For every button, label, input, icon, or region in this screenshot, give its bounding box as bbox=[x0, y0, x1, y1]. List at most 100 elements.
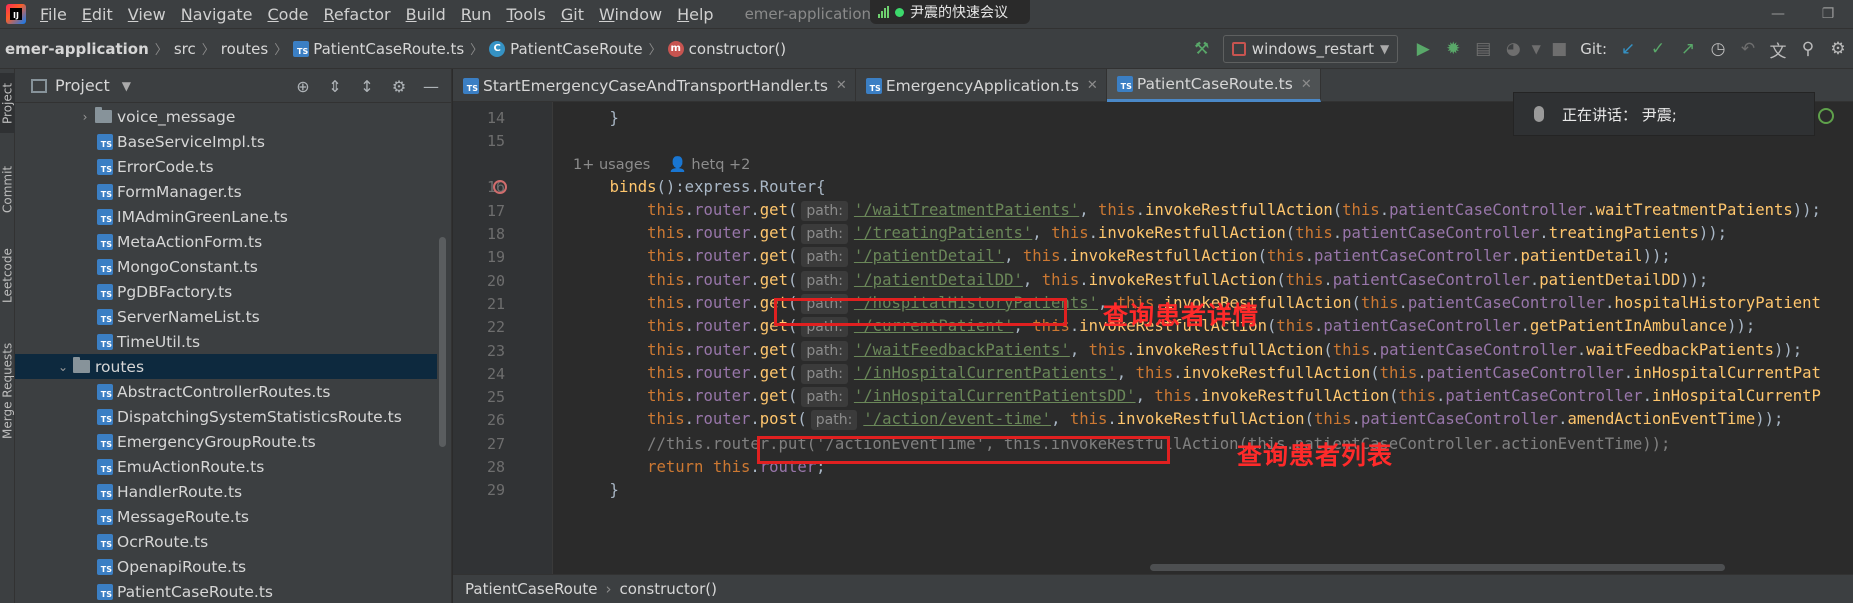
menu-git[interactable]: Git bbox=[561, 5, 584, 24]
locate-file-icon[interactable]: ⊕ bbox=[289, 77, 317, 96]
translate-icon[interactable]: 文 bbox=[1763, 34, 1793, 64]
bottom-breadcrumb-method[interactable]: constructor() bbox=[619, 580, 716, 598]
tab-label: EmergencyApplication.ts bbox=[885, 76, 1079, 95]
tool-tab-leetcode[interactable]: Leetcode bbox=[0, 241, 15, 311]
menu-refactor[interactable]: Refactor bbox=[323, 5, 390, 24]
tool-tab-merge-requests[interactable]: Merge Requests bbox=[0, 331, 15, 451]
breadcrumb-method[interactable]: constructor() bbox=[689, 40, 786, 58]
collapse-all-icon[interactable]: ↕ bbox=[353, 77, 381, 96]
tree-file[interactable]: TS IMAdminGreenLane.ts bbox=[15, 204, 437, 229]
coverage-icon[interactable]: ▤ bbox=[1468, 34, 1498, 64]
typescript-file-icon: TS bbox=[97, 533, 113, 550]
editor-tab[interactable]: TS PatientCaseRoute.ts ✕ bbox=[1106, 69, 1321, 102]
tree-file[interactable]: TS OcrRoute.ts bbox=[15, 529, 437, 554]
tree-file[interactable]: TS ServerNameList.ts bbox=[15, 304, 437, 329]
usages-hint[interactable]: 1+ usages 👤 hetq +2 bbox=[573, 157, 750, 173]
expand-all-icon[interactable]: ⇕ bbox=[321, 77, 349, 96]
chevron-right-icon: 〉 bbox=[154, 43, 168, 58]
menu-navigate[interactable]: Navigate bbox=[181, 5, 253, 24]
navigation-bar: emer-application 〉 src 〉 routes 〉 TS Pat… bbox=[0, 28, 1853, 69]
breadcrumb-src[interactable]: src bbox=[174, 40, 196, 58]
menu-help[interactable]: Help bbox=[677, 5, 713, 24]
tool-tab-commit[interactable]: Commit bbox=[0, 159, 15, 219]
tree-file[interactable]: TS PatientCaseRoute.ts bbox=[15, 579, 437, 603]
menu-build[interactable]: Build bbox=[406, 5, 446, 24]
tree-file[interactable]: TS OpenapiRoute.ts bbox=[15, 554, 437, 579]
tree-item-label: PatientCaseRoute.ts bbox=[117, 582, 273, 601]
tree-file[interactable]: TS EmuActionRoute.ts bbox=[15, 454, 437, 479]
editor-tab[interactable]: TS EmergencyApplication.ts ✕ bbox=[856, 69, 1107, 102]
hide-panel-icon[interactable]: — bbox=[417, 77, 445, 96]
tree-item-label: routes bbox=[95, 357, 145, 376]
tree-file[interactable]: TS MessageRoute.ts bbox=[15, 504, 437, 529]
tree-file[interactable]: TS ErrorCode.ts bbox=[15, 154, 437, 179]
project-tree-scrollbar[interactable] bbox=[439, 237, 446, 447]
tree-file[interactable]: TS PgDBFactory.ts bbox=[15, 279, 437, 304]
chevron-right-icon[interactable]: › bbox=[77, 110, 93, 124]
run-configuration-select[interactable]: windows_restart ▼ bbox=[1222, 35, 1399, 63]
code-editor[interactable]: 14 } 15 1+ usages 👤 hetq +2 16 binds():expr… bbox=[453, 102, 1853, 574]
tree-file[interactable]: TS EmergencyGroupRoute.ts bbox=[15, 429, 437, 454]
git-commit-icon[interactable]: ✓ bbox=[1643, 34, 1673, 64]
tree-folder[interactable]: › voice_message bbox=[15, 104, 437, 129]
tree-folder[interactable]: ⌄ routes bbox=[15, 354, 437, 379]
build-hammer-icon[interactable]: ⚒ bbox=[1187, 34, 1217, 64]
menu-view[interactable]: View bbox=[128, 5, 166, 24]
tree-file[interactable]: TS DispatchingSystemStatisticsRoute.ts bbox=[15, 404, 437, 429]
tree-file[interactable]: TS BaseServiceImpl.ts bbox=[15, 129, 437, 154]
typescript-file-icon: TS bbox=[293, 40, 310, 57]
rollback-icon[interactable]: ↶ bbox=[1733, 34, 1763, 64]
stop-icon[interactable]: ■ bbox=[1544, 34, 1574, 64]
editor-horizontal-scrollbar[interactable] bbox=[1150, 564, 1725, 571]
meeting-indicator[interactable]: 尹震的快速会议 bbox=[870, 0, 1030, 24]
git-push-icon[interactable]: ↗ bbox=[1673, 34, 1703, 64]
breadcrumb-project[interactable]: emer-application bbox=[5, 40, 149, 58]
speaking-popup: 正在讲话： 尹震; bbox=[1513, 92, 1815, 136]
typescript-file-icon: TS bbox=[97, 408, 113, 425]
menu-run[interactable]: Run bbox=[461, 5, 492, 24]
menu-file[interactable]: File bbox=[40, 5, 67, 24]
debug-icon[interactable]: ✹ bbox=[1438, 34, 1468, 64]
more-run-dropdown-icon[interactable]: ▼ bbox=[1528, 34, 1544, 64]
search-icon[interactable]: ⚲ bbox=[1793, 34, 1823, 64]
tree-item-label: PgDBFactory.ts bbox=[117, 282, 233, 301]
close-icon[interactable]: ✕ bbox=[836, 78, 847, 93]
profile-icon[interactable]: ◕ bbox=[1498, 34, 1528, 64]
tree-item-label: FormManager.ts bbox=[117, 182, 242, 201]
intellij-logo-icon[interactable]: IJ bbox=[6, 4, 26, 24]
settings-gear-icon[interactable]: ⚙ bbox=[1823, 34, 1853, 64]
tree-file[interactable]: TS FormManager.ts bbox=[15, 179, 437, 204]
history-icon[interactable]: ◷ bbox=[1703, 34, 1733, 64]
restore-button[interactable]: ❐ bbox=[1803, 0, 1853, 28]
breadcrumb-routes[interactable]: routes bbox=[221, 40, 268, 58]
tree-file[interactable]: TS HandlerRoute.ts bbox=[15, 479, 437, 504]
code-line[interactable]: 29 } bbox=[453, 477, 1853, 504]
tree-file[interactable]: TS AbstractControllerRoutes.ts bbox=[15, 379, 437, 404]
breadcrumb-class[interactable]: PatientCaseRoute bbox=[510, 40, 642, 58]
minimize-button[interactable]: — bbox=[1753, 0, 1803, 28]
bottom-breadcrumb-class[interactable]: PatientCaseRoute bbox=[465, 580, 597, 598]
inspection-ok-icon[interactable] bbox=[1818, 108, 1834, 124]
menu-window[interactable]: Window bbox=[599, 5, 662, 24]
tree-file[interactable]: TS MetaActionForm.ts bbox=[15, 229, 437, 254]
gear-icon[interactable]: ⚙ bbox=[385, 77, 413, 96]
chevron-down-icon[interactable]: ▼ bbox=[122, 79, 131, 93]
git-update-icon[interactable]: ↙ bbox=[1613, 34, 1643, 64]
menu-tools[interactable]: Tools bbox=[506, 5, 545, 24]
run-icon[interactable]: ▶ bbox=[1408, 34, 1438, 64]
chevron-down-icon[interactable]: ⌄ bbox=[55, 360, 71, 374]
menu-edit[interactable]: Edit bbox=[82, 5, 113, 24]
tool-tab-project[interactable]: Project bbox=[0, 73, 15, 133]
tree-file[interactable]: TS MongoConstant.ts bbox=[15, 254, 437, 279]
typescript-file-icon: TS bbox=[97, 583, 113, 600]
line-number: 21 bbox=[486, 294, 505, 313]
project-panel-title[interactable]: Project bbox=[55, 76, 110, 95]
menu-code[interactable]: Code bbox=[268, 5, 309, 24]
close-icon[interactable]: ✕ bbox=[1301, 77, 1312, 92]
code-text: this.router.get(path: '/patientDetail', t… bbox=[647, 247, 1671, 268]
editor-tab[interactable]: TS StartEmergencyCaseAndTransportHandler.… bbox=[453, 69, 856, 102]
tree-file[interactable]: TS TimeUtil.ts bbox=[15, 329, 437, 354]
breadcrumb-file[interactable]: PatientCaseRoute.ts bbox=[313, 40, 464, 58]
close-icon[interactable]: ✕ bbox=[1087, 78, 1098, 93]
parameter-hint: path: bbox=[801, 340, 848, 361]
